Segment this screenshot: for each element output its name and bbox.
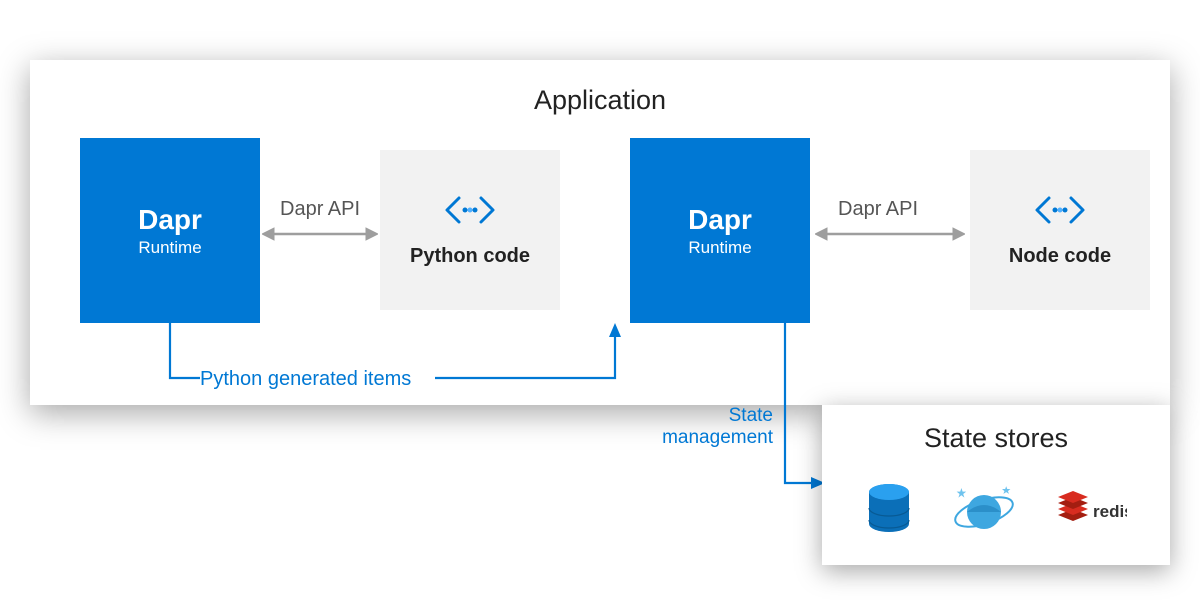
python-generated-items-connector [160,323,640,403]
state-management-label: State management [653,405,773,449]
double-arrow-icon [262,225,378,243]
database-icon [865,482,913,543]
dapr-title-2: Dapr [688,204,752,236]
dapr-api-label-2: Dapr API [838,198,918,221]
dapr-runtime-box-1: Dapr Runtime [80,138,260,323]
dapr-runtime-box-2: Dapr Runtime [630,138,810,323]
dapr-subtitle-1: Runtime [138,238,201,258]
node-code-box: Node code [970,150,1150,310]
dapr-title-1: Dapr [138,204,202,236]
state-stores-box: State stores [822,405,1170,565]
python-generated-items-label: Python generated items [200,368,411,391]
dapr-api-label-1: Dapr API [280,198,360,221]
code-icon [1033,192,1087,233]
python-code-box: Python code [380,150,560,310]
application-title: Application [30,85,1170,116]
redis-icon: redis [1055,485,1127,540]
python-code-label: Python code [410,245,530,268]
state-stores-title: State stores [822,423,1170,454]
cosmos-icon [953,482,1015,543]
store-icons-row: redis [822,482,1170,543]
svg-text:redis: redis [1093,502,1127,521]
dapr-subtitle-2: Runtime [688,238,751,258]
code-icon [443,192,497,233]
node-code-label: Node code [1009,245,1111,268]
double-arrow-icon [815,225,965,243]
application-box: Application Dapr Runtime Dapr Runtime Py… [30,60,1170,405]
